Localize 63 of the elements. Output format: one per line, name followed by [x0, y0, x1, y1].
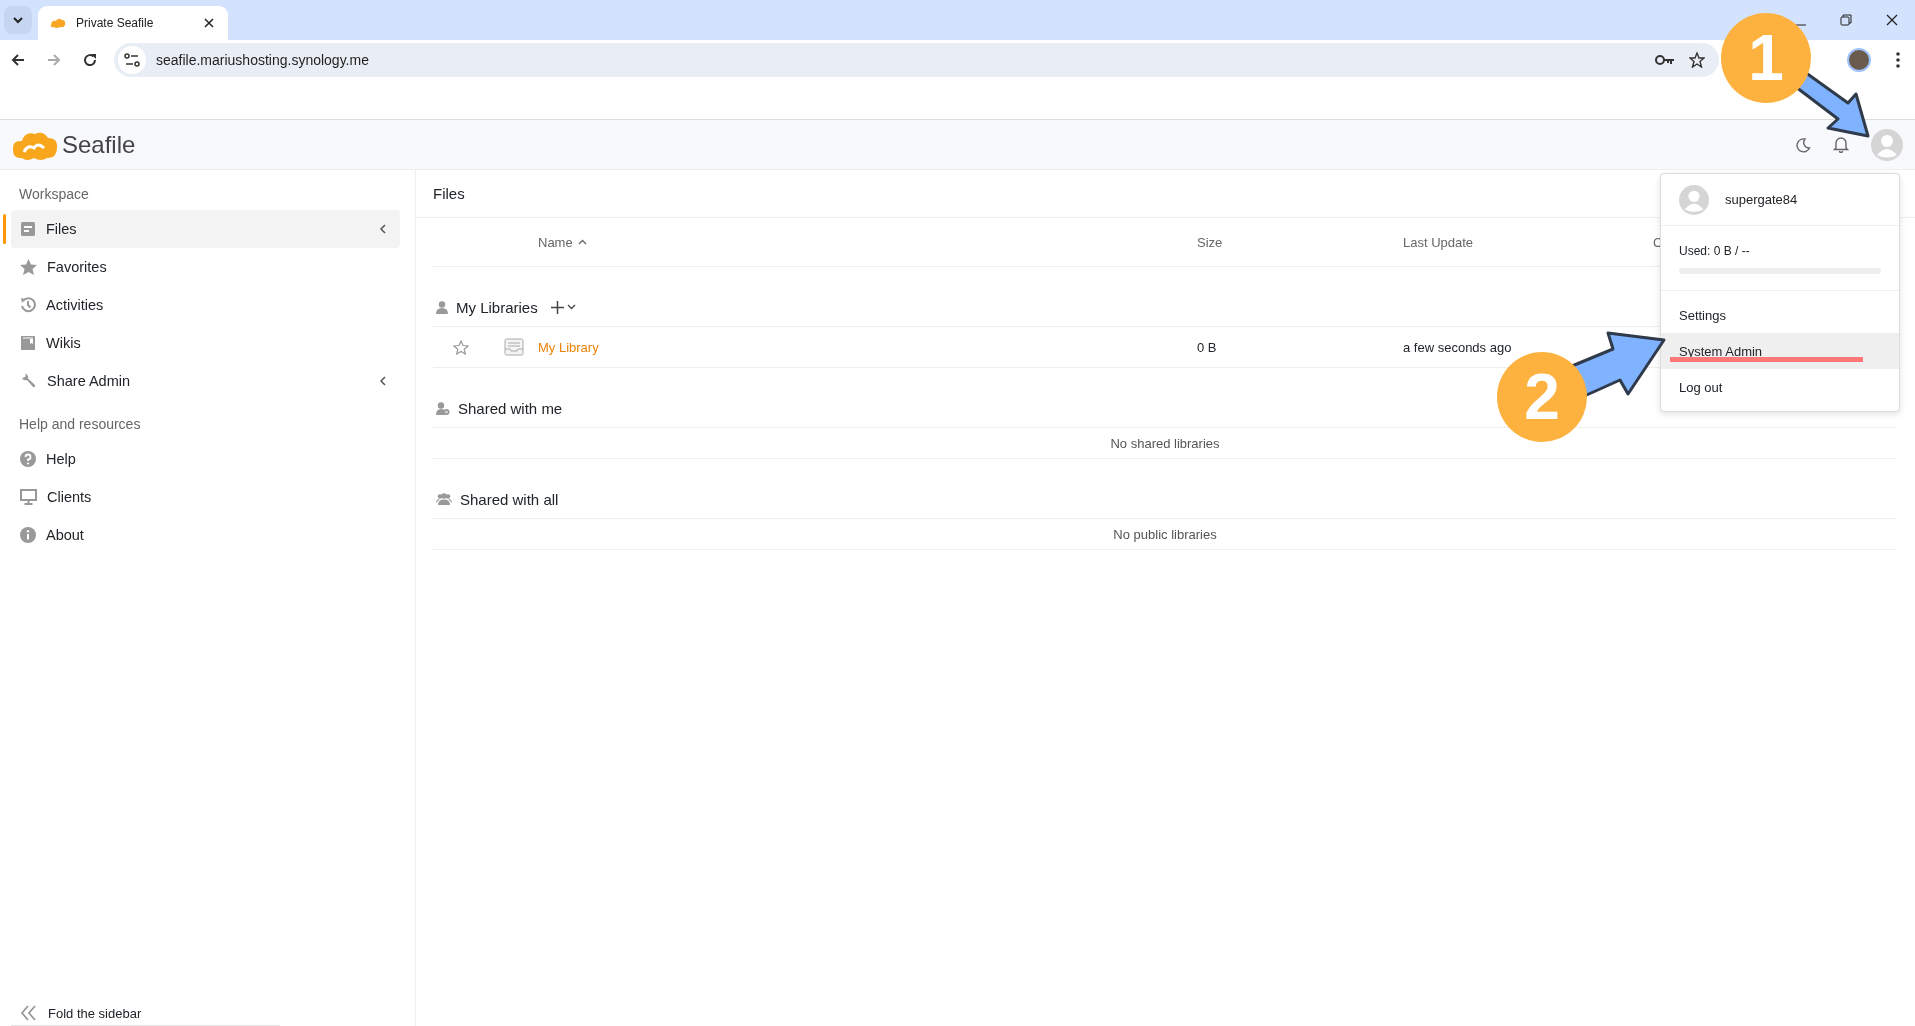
sidebar-item[interactable]: Help: [11, 440, 400, 478]
section-title: My Libraries: [456, 298, 538, 316]
browser-tab[interactable]: Private Seafile: [38, 6, 228, 40]
star-icon: [20, 259, 37, 275]
empty-message: No shared libraries: [1110, 435, 1220, 451]
wrench-icon: [20, 372, 37, 390]
star-icon[interactable]: [1689, 52, 1705, 68]
tab-list-button[interactable]: [4, 6, 32, 34]
menu-item[interactable]: Settings: [1661, 297, 1899, 333]
url-text: seafile.mariushosting.synology.me: [156, 52, 369, 68]
usage-text: Used: 0 B / --: [1679, 244, 1751, 258]
tab-title: Private Seafile: [76, 16, 155, 30]
more-menu-icon[interactable]: [1896, 52, 1900, 68]
history-icon: [20, 297, 36, 313]
sidebar-item[interactable]: Favorites: [11, 248, 400, 286]
person-icon: [436, 300, 448, 314]
plus-icon: [550, 300, 564, 314]
sidebar-item[interactable]: Clients: [11, 478, 400, 516]
sidebar-item[interactable]: About: [11, 516, 400, 554]
chevron-down-icon: [566, 304, 576, 310]
double-chevron-left-icon: [20, 1005, 38, 1021]
back-icon[interactable]: [10, 52, 26, 68]
site-settings-icon[interactable]: [118, 46, 146, 74]
sidebar-item[interactable]: Wikis: [11, 324, 400, 362]
user-avatar-icon: [1679, 184, 1709, 215]
library-icon: [503, 338, 524, 356]
size-text: 0 B: [1197, 339, 1217, 355]
column-header[interactable]: Size: [1197, 234, 1223, 250]
close-icon[interactable]: [1886, 14, 1898, 26]
address-bar[interactable]: seafile.mariushosting.synology.me: [114, 43, 1719, 77]
empty-message: No public libraries: [1113, 526, 1217, 542]
section-title: Shared with me: [458, 399, 563, 417]
logo-text: Seafile: [62, 130, 136, 159]
section-heading: Help and resources: [18, 415, 142, 434]
sidebar-item[interactable]: Share Admin: [11, 362, 400, 400]
add-library-button[interactable]: [550, 300, 576, 314]
reload-icon[interactable]: [82, 52, 98, 68]
sidebar-item[interactable]: Activities: [11, 286, 400, 324]
menu-item[interactable]: Log out: [1661, 369, 1899, 405]
star-icon[interactable]: [453, 339, 469, 355]
column-header[interactable]: Name: [538, 234, 587, 250]
document-icon: [20, 221, 36, 237]
chevron-down-icon: [12, 14, 24, 26]
help-icon: [20, 451, 36, 467]
key-icon[interactable]: [1655, 54, 1675, 66]
group-icon: [436, 493, 452, 505]
restore-icon[interactable]: [1840, 14, 1852, 26]
bell-icon[interactable]: [1833, 136, 1849, 153]
shared-person-icon: [436, 401, 450, 415]
section-heading: Workspace: [18, 185, 90, 204]
column-header[interactable]: Last Update: [1403, 234, 1474, 250]
moon-icon[interactable]: [1795, 136, 1811, 153]
book-icon: [20, 335, 36, 351]
chevron-left-icon[interactable]: [379, 376, 386, 386]
section-title: Shared with all: [460, 490, 559, 508]
username: supergate84: [1725, 192, 1798, 207]
profile-avatar[interactable]: [1847, 48, 1871, 72]
fold-sidebar-button[interactable]: Fold the sidebar: [11, 1001, 280, 1026]
cloud-logo-icon: [50, 17, 66, 29]
chevron-left-icon[interactable]: [379, 224, 386, 234]
monitor-icon: [20, 489, 37, 505]
info-icon: [20, 527, 36, 543]
close-icon[interactable]: [204, 18, 214, 28]
